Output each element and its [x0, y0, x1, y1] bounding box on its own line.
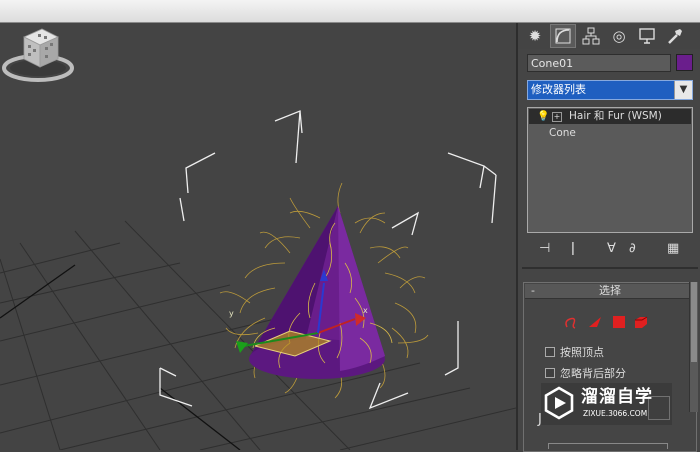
modifier-list-dropdown[interactable]: 修改器列表 ▼	[527, 80, 693, 100]
modifier-stack: 💡 + Hair 和 Fur (WSM) Cone	[527, 107, 693, 233]
face-selection-icon[interactable]	[588, 315, 602, 329]
object-color-swatch[interactable]	[676, 54, 693, 71]
gizmo-y-label: y	[229, 309, 234, 318]
selection-level-icons	[564, 315, 664, 331]
motion-icon[interactable]: ◎	[606, 24, 632, 48]
ignore-backfacing-label: 忽略背后部分	[560, 367, 626, 380]
chevron-down-icon[interactable]: ▼	[674, 81, 692, 99]
grid-axis-line	[159, 387, 241, 450]
selection-rollout-header[interactable]: - 选择	[525, 284, 695, 299]
perspective-viewport[interactable]: y x	[0, 23, 516, 450]
window-top-strip	[0, 0, 700, 23]
lightbulb-icon[interactable]: 💡	[537, 109, 549, 124]
stack-item-label: Hair 和 Fur (WSM)	[569, 110, 662, 122]
divider	[522, 267, 698, 269]
guide-selection-icon[interactable]	[564, 315, 578, 329]
pin-stack-icon[interactable]: ⊣	[539, 241, 550, 256]
ignore-backfacing-checkbox[interactable]	[545, 368, 555, 378]
show-end-result-icon[interactable]: ǀ	[571, 241, 575, 256]
watermark-logo	[544, 386, 574, 420]
modify-icon[interactable]	[550, 24, 576, 48]
selection-rollout: - 选择 按照顶点 忽略背后部分 J	[523, 282, 697, 452]
utilities-icon[interactable]	[662, 24, 688, 48]
configure-sets-icon[interactable]: ▦	[667, 241, 679, 256]
cone-object	[249, 206, 385, 379]
selection-rollout-title: 选择	[599, 284, 621, 297]
make-unique-icon[interactable]: ∀	[607, 241, 616, 256]
by-vertex-checkbox[interactable]	[545, 347, 555, 357]
modifier-list-label: 修改器列表	[531, 83, 586, 96]
watermark-title: 溜溜自学	[581, 387, 653, 407]
hierarchy-icon[interactable]	[578, 24, 604, 48]
create-icon[interactable]: ✹	[522, 24, 548, 48]
grid-axis-line	[0, 264, 76, 319]
stack-tools: ⊣ ǀ ∀ ∂ ▦	[527, 239, 693, 259]
viewport-scene: y x	[0, 110, 516, 450]
command-panel-tabs: ✹ ◎	[518, 23, 700, 49]
element-selection-icon[interactable]	[634, 315, 648, 329]
scrollbar-thumb[interactable]	[691, 282, 697, 362]
viewcube[interactable]	[0, 23, 76, 83]
gizmo-x-label: x	[363, 306, 368, 315]
display-icon[interactable]	[634, 24, 660, 48]
by-vertex-label: 按照顶点	[560, 346, 604, 359]
stack-item-hair-fur[interactable]: 💡 + Hair 和 Fur (WSM)	[529, 109, 691, 124]
object-name-field[interactable]: Cone01	[527, 54, 671, 72]
polygon-selection-icon[interactable]	[612, 315, 626, 329]
stack-item-cone[interactable]: Cone	[549, 126, 576, 141]
expand-plus-icon[interactable]: +	[552, 112, 562, 122]
ground-grid	[0, 220, 516, 450]
command-panel-scrollbar[interactable]	[689, 282, 698, 412]
rollout-bottom-button[interactable]	[548, 443, 668, 449]
remove-modifier-icon[interactable]: ∂	[629, 241, 636, 256]
watermark-subtitle: ZIXUE.3066.COM	[583, 409, 648, 418]
watermark: 溜溜自学 ZIXUE.3066.COM	[541, 383, 672, 425]
